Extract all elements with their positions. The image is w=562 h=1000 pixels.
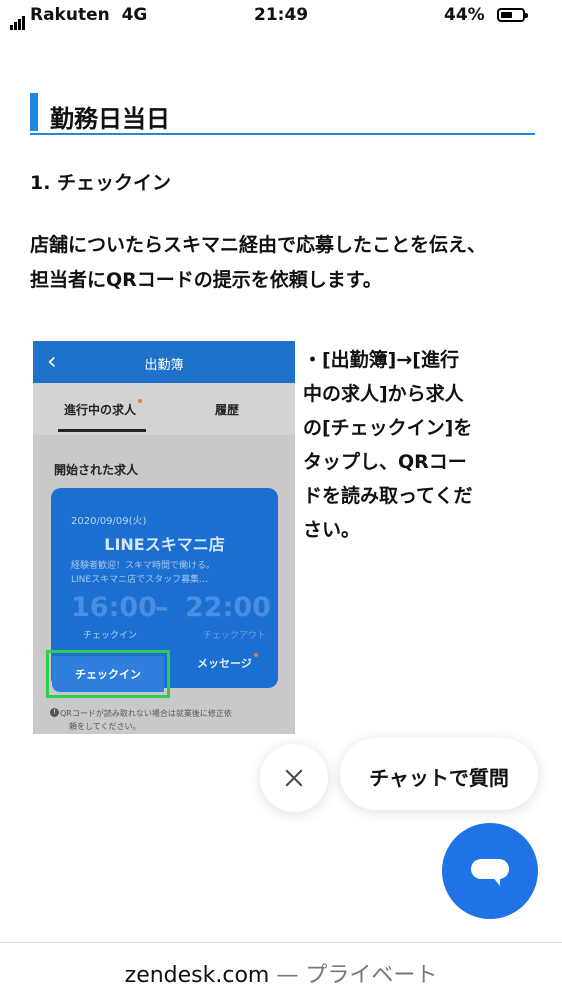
started-jobs-label: 開始された求人: [54, 463, 139, 477]
domain-text: zendesk.com: [124, 963, 270, 988]
carrier-label: Rakuten 4G: [30, 5, 147, 25]
instruction-line: ・[出勤簿]→[進行: [303, 349, 459, 371]
carrier-name: Rakuten: [30, 5, 110, 25]
heading-accent-bar: [30, 93, 38, 131]
battery-percent: 44%: [444, 5, 485, 25]
app-screenshot-image: ‹ 出勤簿 進行中の求人 履歴 開始された求人 2020/09/09(火) LI…: [33, 341, 295, 734]
checkin-button: チェックイン: [52, 656, 164, 692]
clock: 21:49: [254, 5, 309, 25]
tab-active-jobs: 進行中の求人: [64, 399, 143, 418]
tab-label: 進行中の求人: [64, 403, 137, 417]
time-dash: –: [155, 592, 169, 623]
info-icon: !: [50, 708, 59, 717]
qr-note: 頼をしてください。: [69, 722, 141, 731]
instruction-line: ドを読み取ってくだ: [303, 485, 473, 507]
notification-dot: [253, 653, 258, 657]
section-heading: 勤務日当日: [30, 93, 535, 135]
checkout-label: チェックアウト: [203, 631, 267, 641]
chat-launcher-button[interactable]: [442, 823, 538, 919]
section-title: 勤務日当日: [50, 105, 170, 133]
address-text: zendesk.com — プライベート: [0, 957, 562, 989]
store-name: LINEスキマニ店: [104, 535, 225, 554]
paragraph-line: 店舗についたらスキマニ経由で応募したことを伝え、: [30, 234, 487, 256]
message-button: メッセージ: [197, 653, 258, 671]
instruction-line: の[チェックイン]を: [303, 417, 473, 439]
checkin-highlight: チェックイン: [46, 650, 170, 698]
instruction-line: さい。: [303, 519, 361, 541]
instruction-line: タップし、QRコー: [303, 451, 467, 473]
job-description: 経験者歓迎！スキマ時間で働ける。: [71, 561, 216, 571]
paragraph-line: 担当者にQRコードの提示を依頼します。: [30, 269, 382, 291]
start-time: 16:00: [71, 592, 157, 623]
app-nav-bar: ‹ 出勤簿: [33, 341, 295, 383]
chat-prompt-button[interactable]: チャットで質問: [340, 738, 538, 810]
app-nav-title: 出勤簿: [144, 358, 184, 373]
tab-underline: [58, 429, 146, 432]
end-time: 22:00: [185, 592, 271, 623]
instructions-text: ・[出勤簿]→[進行 中の求人]から求人 の[チェックイン]を タップし、QRコ…: [303, 343, 503, 547]
status-bar: Rakuten 4G 21:49 44%: [0, 0, 562, 34]
close-chat-button[interactable]: [260, 744, 328, 812]
network-type: 4G: [121, 5, 148, 25]
qr-note: QRコードが読み取れない場合は就業後に修正依: [60, 709, 232, 718]
privacy-text: — プライベート: [269, 963, 438, 988]
app-tabs: 進行中の求人 履歴: [33, 383, 295, 435]
signal-icon: [10, 11, 26, 30]
tab-history: 履歴: [215, 403, 240, 417]
instruction-line: 中の求人]から求人: [303, 383, 464, 405]
browser-address-bar[interactable]: zendesk.com — プライベート: [0, 942, 562, 1000]
message-button-label: メッセージ: [197, 657, 252, 670]
step-title: 1. チェックイン: [30, 172, 172, 194]
intro-paragraph: 店舗についたらスキマニ経由で応募したことを伝え、 担当者にQRコードの提示を依頼…: [30, 228, 535, 298]
job-date: 2020/09/09(火): [71, 516, 147, 527]
job-description: LINEスキマニ店でスタッフ募集…: [71, 575, 209, 585]
chat-prompt-label: チャットで質問: [369, 766, 509, 790]
notification-dot: [138, 399, 143, 403]
checkin-label: チェックイン: [83, 631, 138, 641]
battery-icon: [497, 8, 528, 22]
